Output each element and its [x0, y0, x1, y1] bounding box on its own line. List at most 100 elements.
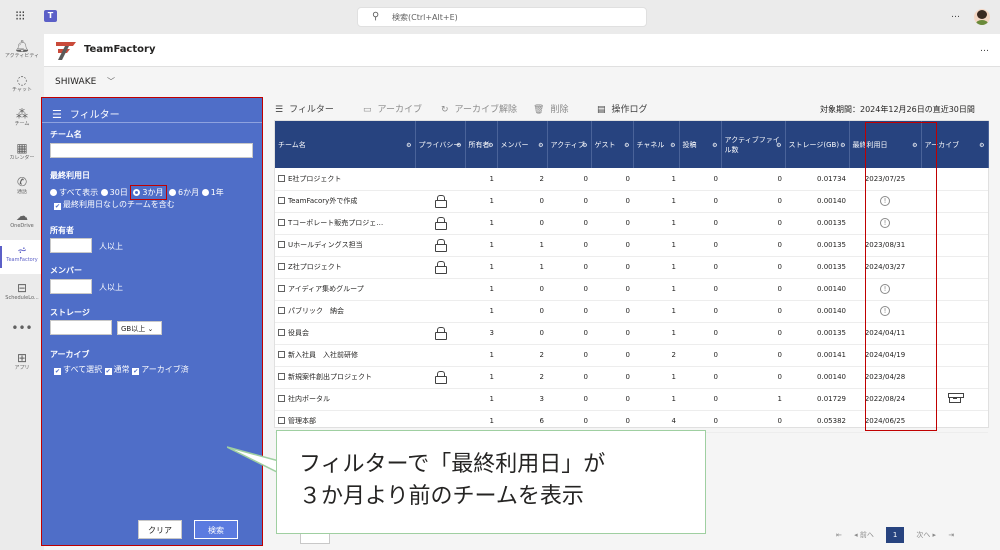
column-header-storage[interactable]: ストレージ(GB) ⚙: [785, 121, 850, 168]
team-name-cell[interactable]: アイディア集めグループ: [275, 278, 415, 301]
rail-item-calendar[interactable]: ▦ カレンダー: [0, 138, 44, 172]
storage-input[interactable]: [50, 320, 112, 335]
team-name-cell[interactable]: 新入社員 入社前研修: [275, 344, 415, 367]
team-name-cell[interactable]: パブリック 納会: [275, 300, 415, 323]
gear-icon[interactable]: ⚙: [912, 141, 917, 151]
row-checkbox[interactable]: [278, 174, 285, 182]
table-row[interactable]: 新規案件創出プロジェクト 1 2 0 0 1 0 0 0.00140 2023/04/28: [275, 366, 988, 389]
column-header-posts[interactable]: 投稿 ⚙: [679, 121, 722, 168]
table-row[interactable]: 管理本部 1 6 0 0 4 0 0 0.05382 2024/06/25: [275, 410, 988, 433]
more-options-icon[interactable]: …: [951, 10, 960, 20]
org-selector[interactable]: SHIWAKE: [55, 77, 96, 87]
row-checkbox[interactable]: [278, 285, 285, 292]
rail-item-activity[interactable]: 🔔︎ アクティビティ: [0, 36, 44, 70]
info-icon[interactable]: !: [880, 306, 890, 316]
team-name-cell[interactable]: 役員会: [275, 322, 415, 345]
prev-page-button[interactable]: ◂ 前へ: [854, 531, 874, 539]
table-row[interactable]: アイディア集めグループ 1 0 0 0 1 0 0 0.00140!: [275, 278, 988, 301]
gear-icon[interactable]: ⚙: [776, 141, 781, 151]
owner-input[interactable]: [50, 238, 92, 253]
row-checkbox[interactable]: [278, 329, 285, 336]
info-icon[interactable]: !: [880, 284, 890, 294]
search-box[interactable]: ⚲ 検索(Ctrl+Alt+E): [357, 7, 647, 27]
row-checkbox[interactable]: [278, 197, 285, 204]
team-name-cell[interactable]: 新規案件創出プロジェクト: [275, 366, 415, 389]
team-name-cell[interactable]: TeamFacory外で作成: [275, 190, 415, 213]
gear-icon[interactable]: ⚙: [624, 141, 629, 151]
rail-item-teamfactory[interactable]: ⩫ TeamFactory: [0, 240, 44, 274]
radio-3m[interactable]: 3か月: [130, 185, 167, 200]
column-header-owners[interactable]: 所有者 ⚙: [465, 121, 498, 168]
gear-icon[interactable]: ⚙: [979, 141, 984, 151]
info-icon[interactable]: !: [880, 218, 890, 228]
archive-normal-checkbox[interactable]: ✔ 通常: [104, 365, 130, 375]
rail-item-teams[interactable]: ⁂ チーム: [0, 104, 44, 138]
table-row[interactable]: 社内ポータル 1 3 0 0 1 0 1 0.01729 2022/08/24: [275, 388, 988, 411]
row-checkbox[interactable]: [278, 241, 285, 248]
column-header-active[interactable]: アクティブ ⚙: [547, 121, 592, 168]
app-more-icon[interactable]: …: [980, 44, 989, 54]
team-name-cell[interactable]: 管理本部: [275, 410, 415, 433]
row-checkbox[interactable]: [278, 395, 285, 402]
row-checkbox[interactable]: [278, 351, 285, 358]
gear-icon[interactable]: ⚙: [582, 141, 587, 151]
first-page-button[interactable]: ⇤: [836, 531, 842, 539]
include-unused-checkbox[interactable]: ✔ 最終利用日なしのチームを含む: [54, 199, 175, 210]
last-page-button[interactable]: ⇥: [948, 531, 954, 539]
gear-icon[interactable]: ⚙: [456, 141, 461, 151]
gear-icon[interactable]: ⚙: [488, 141, 493, 151]
search-button[interactable]: 検索: [194, 520, 238, 539]
member-input[interactable]: [50, 279, 92, 294]
archive-button[interactable]: ▭ アーカイブ: [363, 102, 422, 115]
avatar[interactable]: [974, 9, 990, 25]
table-row[interactable]: パブリック 納会 1 0 0 0 1 0 0 0.00140!: [275, 300, 988, 323]
column-header-last-used[interactable]: 最終利用日 ⚙: [849, 121, 922, 168]
team-name-cell[interactable]: Uホールディングス担当: [275, 234, 415, 257]
column-header-team-name[interactable]: チーム名 ⚙: [275, 121, 416, 168]
info-icon[interactable]: !: [880, 196, 890, 206]
table-row[interactable]: 役員会 3 0 0 0 1 0 0 0.00135 2024/04/11: [275, 322, 988, 345]
archive-select-all-checkbox[interactable]: ✔ すべて選択: [54, 365, 102, 375]
column-header-guests[interactable]: ゲスト ⚙: [591, 121, 634, 168]
column-header-archive[interactable]: アーカイブ ⚙: [921, 121, 989, 168]
team-name-cell[interactable]: E社プロジェクト: [275, 168, 415, 191]
gear-icon[interactable]: ⚙: [712, 141, 717, 151]
column-header-members[interactable]: メンバー ⚙: [497, 121, 548, 168]
search-input[interactable]: 検索(Ctrl+Alt+E): [392, 12, 458, 23]
archive-archived-checkbox[interactable]: ✔ アーカイブ済: [132, 365, 189, 375]
gear-icon[interactable]: ⚙: [538, 141, 543, 151]
team-name-cell[interactable]: Tコーポレート販売プロジェ…: [275, 212, 415, 235]
table-row[interactable]: TeamFacory外で作成 1 0 0 0 1 0 0 0.00140!: [275, 190, 988, 213]
filter-toggle-button[interactable]: ☰ フィルター: [275, 102, 334, 115]
app-launcher-icon[interactable]: ⁝⁝⁝: [15, 9, 25, 24]
radio-30d[interactable]: 30日: [100, 188, 128, 197]
row-checkbox[interactable]: [278, 417, 285, 424]
next-page-button[interactable]: 次へ ▸: [916, 531, 936, 539]
table-row[interactable]: Tコーポレート販売プロジェ… 1 0 0 0 1 0 0 0.00135!: [275, 212, 988, 235]
gear-icon[interactable]: ⚙: [406, 141, 411, 151]
radio-all[interactable]: すべて表示: [50, 188, 98, 197]
row-checkbox[interactable]: [278, 219, 285, 226]
page-1-button[interactable]: 1: [886, 527, 905, 543]
row-checkbox[interactable]: [278, 307, 285, 314]
gear-icon[interactable]: ⚙: [840, 141, 845, 151]
radio-6m[interactable]: 6か月: [169, 188, 199, 197]
team-name-cell[interactable]: 社内ポータル: [275, 388, 415, 411]
column-header-active-files[interactable]: アクティブファイル数 ⚙: [721, 121, 786, 168]
team-name-input[interactable]: [50, 143, 253, 158]
table-row[interactable]: Uホールディングス担当 1 1 0 0 1 0 0 0.00135 2023/08/31: [275, 234, 988, 257]
clear-button[interactable]: クリア: [138, 520, 182, 539]
unarchive-button[interactable]: ↻ アーカイブ解除: [441, 102, 517, 115]
team-name-cell[interactable]: Z社プロジェクト: [275, 256, 415, 279]
delete-button[interactable]: 🗑︎ 削除: [533, 102, 568, 115]
rail-item-onedrive[interactable]: ☁︎ OneDrive: [0, 206, 44, 240]
rail-item-calls[interactable]: ✆ 通話: [0, 172, 44, 206]
row-checkbox[interactable]: [278, 263, 285, 270]
gear-icon[interactable]: ⚙: [670, 141, 675, 151]
table-row[interactable]: 新入社員 入社前研修 1 2 0 0 2 0 0 0.00141 2024/04/19: [275, 344, 988, 367]
rail-item-more[interactable]: •••: [0, 318, 44, 352]
table-row[interactable]: Z社プロジェクト 1 1 0 0 1 0 0 0.00135 2024/03/27: [275, 256, 988, 279]
chevron-down-icon[interactable]: ﹀: [107, 76, 115, 87]
radio-1y[interactable]: 1年: [201, 188, 224, 197]
rail-item-apps[interactable]: ⊞ アプリ: [0, 348, 44, 382]
